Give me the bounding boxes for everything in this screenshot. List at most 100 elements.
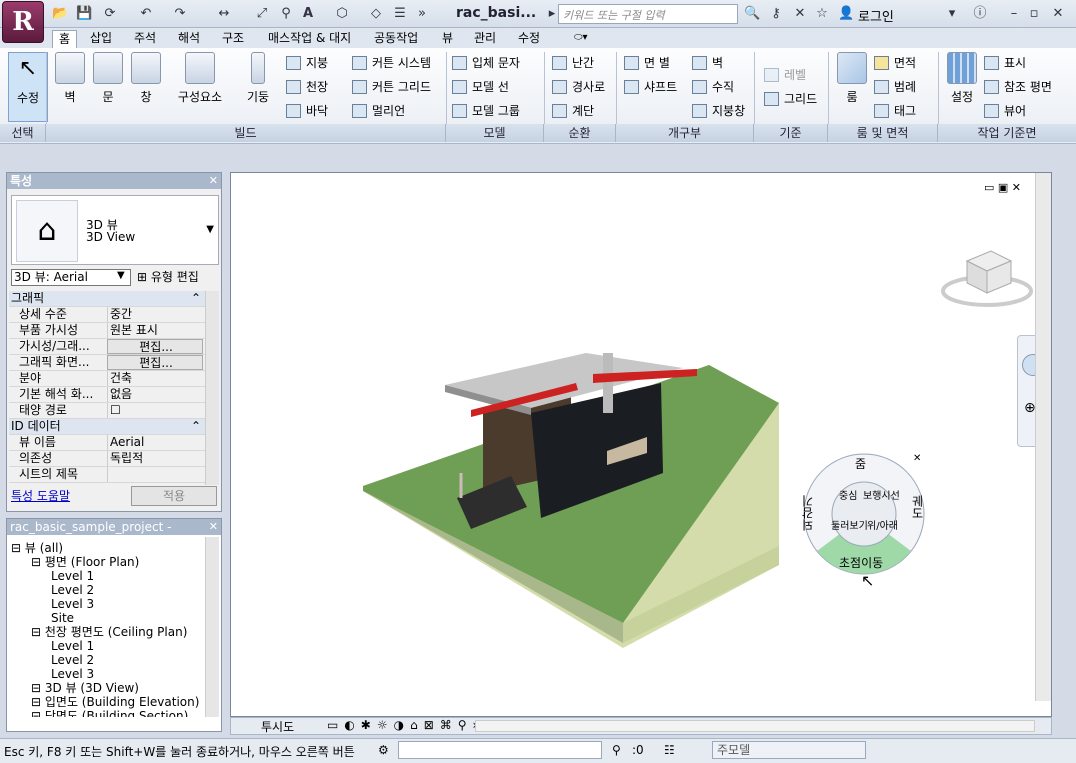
browser-item[interactable]: Level 1	[11, 639, 205, 653]
search-input[interactable]: 키워드 또는 구절 입력	[558, 4, 738, 24]
browser-item[interactable]: Site	[11, 611, 205, 625]
set-workplane-button[interactable]: 설정	[942, 52, 982, 118]
door-button[interactable]: 문	[88, 52, 128, 118]
thin-lines-icon[interactable]: ☰	[392, 6, 408, 22]
browser-item[interactable]: ⊟ 천장 평면도 (Ceiling Plan)	[11, 625, 205, 639]
tab-insert[interactable]: 삽입	[84, 30, 118, 48]
view-selector[interactable]: 3D 뷰: Aerial	[11, 269, 131, 286]
orbit-wedge[interactable]: 궤도	[909, 495, 926, 519]
walk-wedge[interactable]: 보행시선	[863, 487, 900, 502]
browser-item[interactable]: ⊟ 입면도 (Building Elevation)	[11, 695, 205, 709]
login-button[interactable]: 로그인	[858, 6, 894, 25]
login-dropdown-icon[interactable]: ▾	[944, 6, 960, 22]
tag-icon[interactable]: ⚲	[278, 6, 294, 22]
ramp-button[interactable]: 경사로	[552, 78, 605, 98]
panel-circulation[interactable]: 순환	[544, 124, 616, 142]
ribbon-minimize-icon[interactable]: ⬭▾	[568, 30, 594, 48]
tab-analyze[interactable]: 해석	[172, 30, 206, 48]
property-row[interactable]: 상세 수준 중간	[9, 307, 205, 323]
expand-toggle-icon[interactable]: ⊟	[11, 541, 25, 555]
center-wedge[interactable]: 중심	[839, 487, 857, 502]
property-value[interactable]: 없음	[107, 387, 203, 402]
tab-collaborate[interactable]: 공동작업	[368, 30, 424, 48]
properties-help-link[interactable]: 특성 도움말	[11, 487, 70, 504]
updown-wedge[interactable]: 위/아래	[867, 517, 898, 532]
wall-button[interactable]: 벽	[50, 52, 90, 118]
curtain-system-button[interactable]: 커튼 시스템	[352, 54, 431, 74]
viewer-button[interactable]: 뷰어	[984, 102, 1026, 122]
tab-structure[interactable]: 구조	[216, 30, 250, 48]
help-icon[interactable]: ⓘ	[972, 6, 988, 22]
window-button[interactable]: 창	[126, 52, 166, 118]
viewcube[interactable]	[939, 241, 1035, 309]
tab-manage[interactable]: 관리	[468, 30, 502, 48]
minimize-icon[interactable]: –	[1006, 6, 1022, 22]
level-button[interactable]: 레벨	[764, 66, 806, 86]
edit-type-button[interactable]: ⊞ 유형 편집	[137, 268, 199, 285]
view-selector-arrow-icon[interactable]: ▼	[117, 270, 125, 281]
dimension-icon[interactable]: ⤢	[254, 6, 270, 22]
section-icon[interactable]: ◇	[368, 6, 384, 22]
lookaround-wedge[interactable]: 둘러보기	[831, 517, 868, 532]
properties-close-icon[interactable]: ✕	[209, 174, 218, 187]
workset-dropdown[interactable]	[398, 741, 602, 759]
browser-item[interactable]: Level 2	[11, 653, 205, 667]
steering-wheel[interactable]: 줌 되감기 궤도 초점이동 중심 보행시선 둘러보기 위/아래 ✕	[801, 451, 927, 577]
area-button[interactable]: 면적	[874, 54, 916, 74]
property-value[interactable]: 중간	[107, 307, 203, 322]
expand-toggle-icon[interactable]: ⊟	[31, 695, 45, 709]
browser-item[interactable]: Level 1	[11, 569, 205, 583]
application-menu-button[interactable]: R	[2, 1, 44, 43]
worksets-icon[interactable]: ⚙	[378, 743, 389, 757]
legend-button[interactable]: 범례	[874, 78, 916, 98]
property-row[interactable]: 분야 건축	[9, 371, 205, 387]
text-icon[interactable]: A	[300, 6, 316, 22]
open-icon[interactable]: 📂	[52, 6, 68, 22]
shaft-button[interactable]: 샤프트	[624, 78, 677, 98]
expand-toggle-icon[interactable]: ⊟	[31, 625, 45, 639]
by-face-button[interactable]: 면 별	[624, 54, 670, 74]
property-value[interactable]: ☐	[107, 403, 203, 418]
save-icon[interactable]: 💾	[76, 6, 92, 22]
model-text-button[interactable]: 입체 문자	[452, 54, 520, 74]
grid-button[interactable]: 그리드	[764, 90, 817, 110]
panel-workplane[interactable]: 작업 기준면	[938, 124, 1076, 142]
rewind-wedge[interactable]: 되감기	[799, 495, 816, 531]
modify-button[interactable]: ↖ 수정	[8, 52, 48, 122]
property-value[interactable]: 원본 표시	[107, 323, 203, 338]
ref-plane-button[interactable]: 참조 평면	[984, 78, 1052, 98]
sync-icon[interactable]: ⟳	[102, 6, 118, 22]
stair-button[interactable]: 계단	[552, 102, 594, 122]
browser-scrollbar[interactable]	[205, 537, 219, 717]
type-selector-preview[interactable]: ⌂ 3D 뷰 3D View ▼	[11, 195, 219, 265]
view-control-icons[interactable]: ▭◐✱☼◑⌂⊠⌘⚲›	[327, 718, 483, 732]
restore-icon[interactable]: ▫	[1026, 6, 1042, 22]
tab-modify[interactable]: 수정	[512, 30, 546, 48]
expand-toggle-icon[interactable]: ⊟	[31, 681, 45, 695]
wheel-close-icon[interactable]: ✕	[913, 453, 921, 464]
more-tools-icon[interactable]: »	[414, 6, 430, 22]
room-button[interactable]: 룸	[832, 52, 872, 118]
floor-button[interactable]: 바닥	[286, 102, 328, 122]
property-row[interactable]: 부품 가시성 원본 표시	[9, 323, 205, 339]
3d-view-icon[interactable]: ⬡	[334, 6, 350, 22]
browser-item[interactable]: ⊟ 3D 뷰 (3D View)	[11, 681, 205, 695]
subscription-icon[interactable]: ⚷	[768, 6, 784, 22]
railing-button[interactable]: 난간	[552, 54, 594, 74]
property-row[interactable]: 시트의 제목	[9, 467, 205, 483]
apply-button[interactable]: 적용	[131, 486, 217, 506]
zoom-region-icon[interactable]: ⊕	[1024, 400, 1036, 416]
canvas-vertical-scrollbar[interactable]	[1035, 173, 1051, 701]
drawing-area[interactable]: ▭ ▣ ✕ ⊕ 줌 되감기 궤도 초점이동 중심 보행시선 둘러보기 위/아래 …	[230, 172, 1052, 717]
property-value[interactable]	[107, 467, 203, 482]
expand-toggle-icon[interactable]: ⊟	[31, 555, 45, 569]
design-option-dropdown[interactable]: 주모델	[712, 741, 866, 759]
measure-icon[interactable]: ↔	[216, 6, 232, 22]
collapse-icon[interactable]: ⌃	[191, 419, 201, 434]
pan-wedge[interactable]: 초점이동	[839, 554, 883, 571]
panel-opening[interactable]: 개구부	[616, 124, 754, 142]
browser-item[interactable]: Level 3	[11, 667, 205, 681]
browser-close-icon[interactable]: ✕	[209, 520, 218, 533]
favorites-icon[interactable]: ☆	[814, 6, 830, 22]
property-value[interactable]: 건축	[107, 371, 203, 386]
